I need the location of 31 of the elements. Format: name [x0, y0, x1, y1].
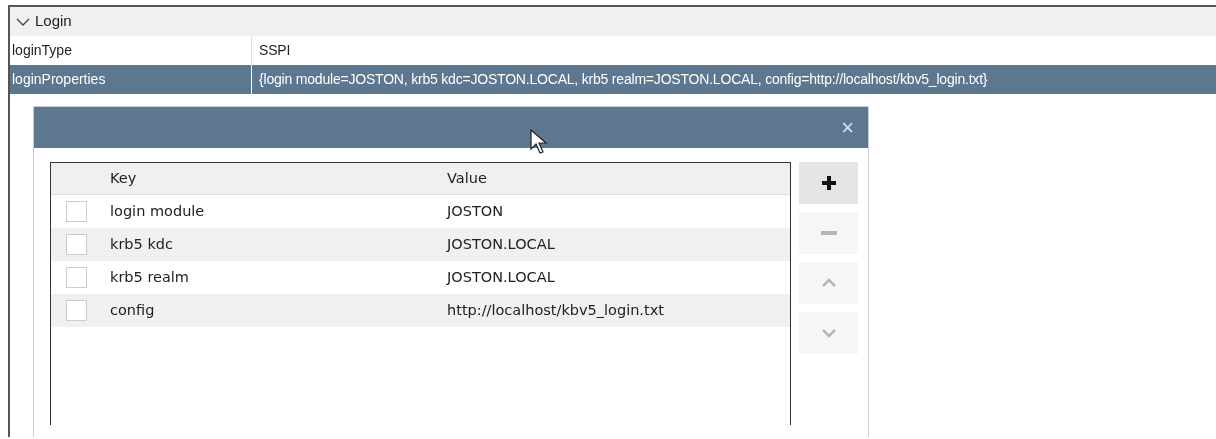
table-cell-text: JOSTON.LOCAL — [447, 267, 555, 287]
checkbox[interactable] — [66, 267, 87, 288]
property-value: {login module=JOSTON, krb5 kdc=JOSTON.LOCAL, krb5 realm=JOSTON.LOCAL, config=http://localhost/kbv5_login.txt} — [258, 70, 988, 89]
checkbox[interactable] — [66, 201, 87, 222]
property-value: SSPI — [258, 41, 291, 60]
table-row[interactable]: krb5 kdc JOSTON.LOCAL — [51, 228, 790, 261]
close-button[interactable]: × — [839, 116, 856, 139]
table-row[interactable]: krb5 realm JOSTON.LOCAL — [51, 261, 790, 294]
column-header: Value — [447, 168, 487, 188]
chevron-down-icon — [821, 328, 836, 338]
table-cell-text: JOSTON — [447, 201, 503, 221]
property-name: loginProperties — [10, 65, 252, 94]
cursor-icon — [530, 129, 548, 155]
table-cell-text: login module — [110, 201, 206, 221]
section-title: Login — [35, 11, 72, 32]
property-row[interactable]: loginProperties {login module=JOSTON, krb5 kdc=JOSTON.LOCAL, krb5 realm=JOSTON.LOCAL, config=http://localhost/kbv5_login.txt} — [10, 65, 1216, 94]
table-row[interactable]: config http://localhost/kbv5_login.txt — [51, 294, 790, 327]
section-header[interactable]: Login — [10, 7, 1216, 36]
add-button[interactable] — [799, 162, 858, 204]
table-row[interactable]: login module JOSTON — [51, 195, 790, 228]
chevron-up-icon — [821, 278, 836, 288]
table-cell-text: krb5 realm — [110, 267, 190, 287]
checkbox[interactable] — [66, 300, 87, 321]
minus-icon — [820, 230, 837, 236]
table-cell-text: JOSTON.LOCAL — [447, 234, 555, 254]
table-cell-text: krb5 kdc — [110, 234, 174, 254]
table-cell-text: config — [110, 300, 156, 320]
table-cell-text: http://localhost/kbv5_login.txt — [447, 300, 664, 320]
plus-icon — [820, 175, 837, 191]
checkbox[interactable] — [66, 234, 87, 255]
column-header: Key — [110, 168, 138, 188]
